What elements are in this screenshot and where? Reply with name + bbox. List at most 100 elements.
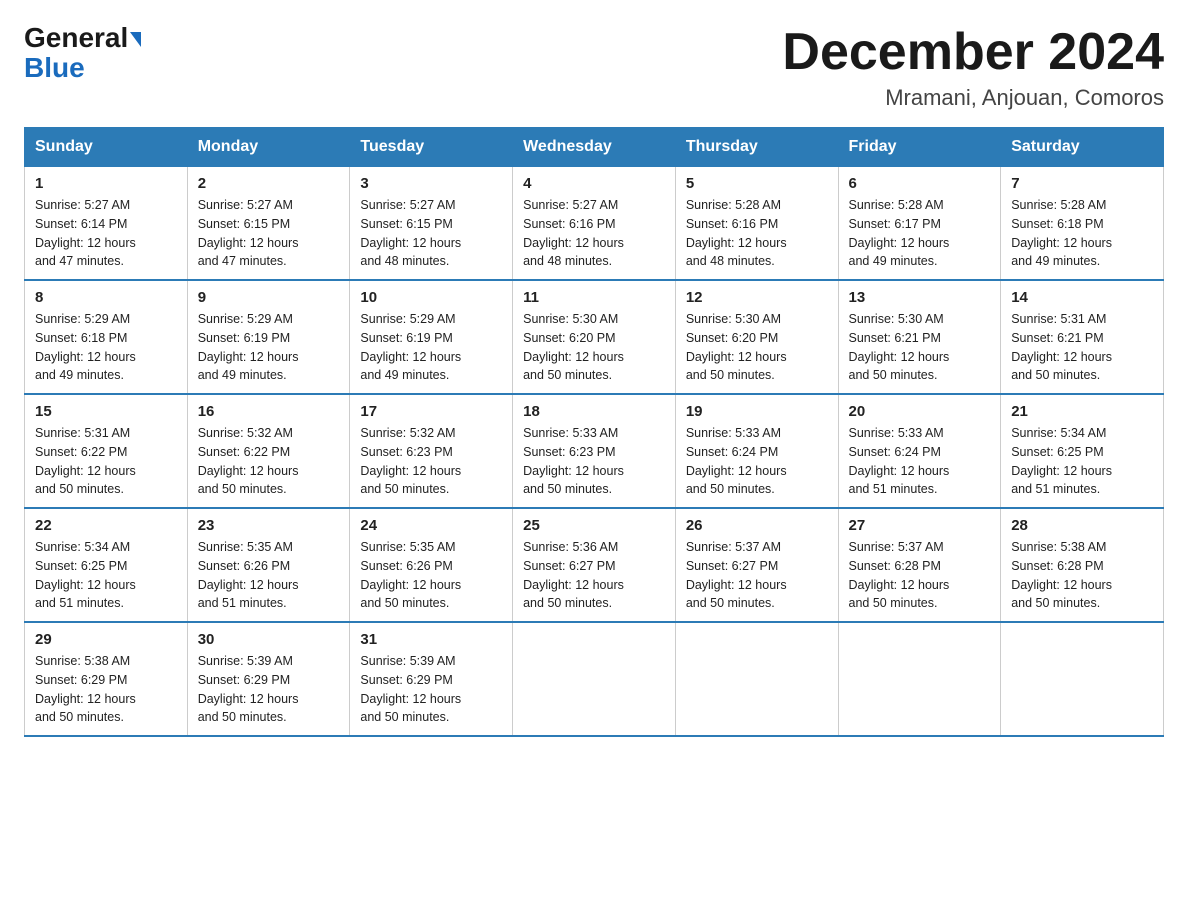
day-info: Sunrise: 5:30 AMSunset: 6:21 PMDaylight:… — [849, 312, 950, 382]
day-number: 1 — [35, 175, 177, 192]
calendar-cell: 27 Sunrise: 5:37 AMSunset: 6:28 PMDaylig… — [838, 508, 1001, 622]
calendar-cell: 25 Sunrise: 5:36 AMSunset: 6:27 PMDaylig… — [513, 508, 676, 622]
calendar-header-row: SundayMondayTuesdayWednesdayThursdayFrid… — [25, 128, 1164, 167]
day-info: Sunrise: 5:33 AMSunset: 6:23 PMDaylight:… — [523, 426, 624, 496]
day-info: Sunrise: 5:28 AMSunset: 6:18 PMDaylight:… — [1011, 198, 1112, 268]
calendar-cell: 22 Sunrise: 5:34 AMSunset: 6:25 PMDaylig… — [25, 508, 188, 622]
calendar-cell: 4 Sunrise: 5:27 AMSunset: 6:16 PMDayligh… — [513, 167, 676, 281]
day-number: 28 — [1011, 517, 1153, 534]
day-number: 19 — [686, 403, 828, 420]
day-number: 10 — [360, 289, 502, 306]
day-number: 22 — [35, 517, 177, 534]
calendar-cell: 18 Sunrise: 5:33 AMSunset: 6:23 PMDaylig… — [513, 394, 676, 508]
day-number: 9 — [198, 289, 340, 306]
day-info: Sunrise: 5:28 AMSunset: 6:17 PMDaylight:… — [849, 198, 950, 268]
header-monday: Monday — [187, 128, 350, 167]
day-number: 23 — [198, 517, 340, 534]
calendar-cell: 19 Sunrise: 5:33 AMSunset: 6:24 PMDaylig… — [675, 394, 838, 508]
day-number: 15 — [35, 403, 177, 420]
day-number: 12 — [686, 289, 828, 306]
calendar-cell: 16 Sunrise: 5:32 AMSunset: 6:22 PMDaylig… — [187, 394, 350, 508]
header-tuesday: Tuesday — [350, 128, 513, 167]
day-number: 6 — [849, 175, 991, 192]
day-info: Sunrise: 5:28 AMSunset: 6:16 PMDaylight:… — [686, 198, 787, 268]
header-friday: Friday — [838, 128, 1001, 167]
week-row-1: 1 Sunrise: 5:27 AMSunset: 6:14 PMDayligh… — [25, 167, 1164, 281]
calendar-cell: 3 Sunrise: 5:27 AMSunset: 6:15 PMDayligh… — [350, 167, 513, 281]
day-number: 4 — [523, 175, 665, 192]
calendar-cell — [838, 622, 1001, 736]
header-thursday: Thursday — [675, 128, 838, 167]
calendar-cell: 13 Sunrise: 5:30 AMSunset: 6:21 PMDaylig… — [838, 280, 1001, 394]
calendar-cell: 23 Sunrise: 5:35 AMSunset: 6:26 PMDaylig… — [187, 508, 350, 622]
calendar-cell: 12 Sunrise: 5:30 AMSunset: 6:20 PMDaylig… — [675, 280, 838, 394]
header-wednesday: Wednesday — [513, 128, 676, 167]
day-number: 30 — [198, 631, 340, 648]
calendar-cell: 29 Sunrise: 5:38 AMSunset: 6:29 PMDaylig… — [25, 622, 188, 736]
calendar-cell: 24 Sunrise: 5:35 AMSunset: 6:26 PMDaylig… — [350, 508, 513, 622]
day-info: Sunrise: 5:29 AMSunset: 6:19 PMDaylight:… — [198, 312, 299, 382]
day-info: Sunrise: 5:30 AMSunset: 6:20 PMDaylight:… — [523, 312, 624, 382]
day-info: Sunrise: 5:35 AMSunset: 6:26 PMDaylight:… — [360, 540, 461, 610]
day-info: Sunrise: 5:33 AMSunset: 6:24 PMDaylight:… — [849, 426, 950, 496]
day-info: Sunrise: 5:34 AMSunset: 6:25 PMDaylight:… — [35, 540, 136, 610]
calendar-cell: 1 Sunrise: 5:27 AMSunset: 6:14 PMDayligh… — [25, 167, 188, 281]
day-info: Sunrise: 5:38 AMSunset: 6:29 PMDaylight:… — [35, 654, 136, 724]
day-number: 21 — [1011, 403, 1153, 420]
logo: General Blue — [24, 24, 141, 82]
day-number: 26 — [686, 517, 828, 534]
day-info: Sunrise: 5:27 AMSunset: 6:14 PMDaylight:… — [35, 198, 136, 268]
calendar-cell: 31 Sunrise: 5:39 AMSunset: 6:29 PMDaylig… — [350, 622, 513, 736]
title-block: December 2024 Mramani, Anjouan, Comoros — [782, 24, 1164, 111]
day-number: 14 — [1011, 289, 1153, 306]
calendar-cell: 7 Sunrise: 5:28 AMSunset: 6:18 PMDayligh… — [1001, 167, 1164, 281]
calendar-cell: 17 Sunrise: 5:32 AMSunset: 6:23 PMDaylig… — [350, 394, 513, 508]
day-info: Sunrise: 5:36 AMSunset: 6:27 PMDaylight:… — [523, 540, 624, 610]
day-number: 3 — [360, 175, 502, 192]
calendar-cell: 26 Sunrise: 5:37 AMSunset: 6:27 PMDaylig… — [675, 508, 838, 622]
day-info: Sunrise: 5:39 AMSunset: 6:29 PMDaylight:… — [198, 654, 299, 724]
day-info: Sunrise: 5:33 AMSunset: 6:24 PMDaylight:… — [686, 426, 787, 496]
week-row-5: 29 Sunrise: 5:38 AMSunset: 6:29 PMDaylig… — [25, 622, 1164, 736]
day-number: 25 — [523, 517, 665, 534]
day-info: Sunrise: 5:29 AMSunset: 6:18 PMDaylight:… — [35, 312, 136, 382]
day-number: 11 — [523, 289, 665, 306]
calendar-cell: 2 Sunrise: 5:27 AMSunset: 6:15 PMDayligh… — [187, 167, 350, 281]
day-info: Sunrise: 5:34 AMSunset: 6:25 PMDaylight:… — [1011, 426, 1112, 496]
calendar-cell — [1001, 622, 1164, 736]
month-title: December 2024 — [782, 24, 1164, 81]
day-info: Sunrise: 5:32 AMSunset: 6:23 PMDaylight:… — [360, 426, 461, 496]
calendar-cell: 28 Sunrise: 5:38 AMSunset: 6:28 PMDaylig… — [1001, 508, 1164, 622]
day-number: 5 — [686, 175, 828, 192]
day-info: Sunrise: 5:38 AMSunset: 6:28 PMDaylight:… — [1011, 540, 1112, 610]
day-number: 20 — [849, 403, 991, 420]
calendar-cell: 6 Sunrise: 5:28 AMSunset: 6:17 PMDayligh… — [838, 167, 1001, 281]
day-number: 8 — [35, 289, 177, 306]
header-sunday: Sunday — [25, 128, 188, 167]
logo-top: General — [24, 24, 141, 52]
calendar-cell: 10 Sunrise: 5:29 AMSunset: 6:19 PMDaylig… — [350, 280, 513, 394]
day-number: 13 — [849, 289, 991, 306]
day-info: Sunrise: 5:31 AMSunset: 6:21 PMDaylight:… — [1011, 312, 1112, 382]
day-info: Sunrise: 5:37 AMSunset: 6:28 PMDaylight:… — [849, 540, 950, 610]
calendar-table: SundayMondayTuesdayWednesdayThursdayFrid… — [24, 127, 1164, 737]
calendar-cell: 14 Sunrise: 5:31 AMSunset: 6:21 PMDaylig… — [1001, 280, 1164, 394]
calendar-cell: 8 Sunrise: 5:29 AMSunset: 6:18 PMDayligh… — [25, 280, 188, 394]
day-info: Sunrise: 5:39 AMSunset: 6:29 PMDaylight:… — [360, 654, 461, 724]
calendar-cell — [513, 622, 676, 736]
day-info: Sunrise: 5:29 AMSunset: 6:19 PMDaylight:… — [360, 312, 461, 382]
day-info: Sunrise: 5:32 AMSunset: 6:22 PMDaylight:… — [198, 426, 299, 496]
day-info: Sunrise: 5:27 AMSunset: 6:15 PMDaylight:… — [360, 198, 461, 268]
day-info: Sunrise: 5:35 AMSunset: 6:26 PMDaylight:… — [198, 540, 299, 610]
day-number: 2 — [198, 175, 340, 192]
day-info: Sunrise: 5:30 AMSunset: 6:20 PMDaylight:… — [686, 312, 787, 382]
day-info: Sunrise: 5:27 AMSunset: 6:15 PMDaylight:… — [198, 198, 299, 268]
calendar-cell: 15 Sunrise: 5:31 AMSunset: 6:22 PMDaylig… — [25, 394, 188, 508]
day-number: 27 — [849, 517, 991, 534]
location-title: Mramani, Anjouan, Comoros — [782, 85, 1164, 111]
week-row-2: 8 Sunrise: 5:29 AMSunset: 6:18 PMDayligh… — [25, 280, 1164, 394]
week-row-4: 22 Sunrise: 5:34 AMSunset: 6:25 PMDaylig… — [25, 508, 1164, 622]
day-number: 16 — [198, 403, 340, 420]
calendar-cell: 9 Sunrise: 5:29 AMSunset: 6:19 PMDayligh… — [187, 280, 350, 394]
calendar-cell: 30 Sunrise: 5:39 AMSunset: 6:29 PMDaylig… — [187, 622, 350, 736]
